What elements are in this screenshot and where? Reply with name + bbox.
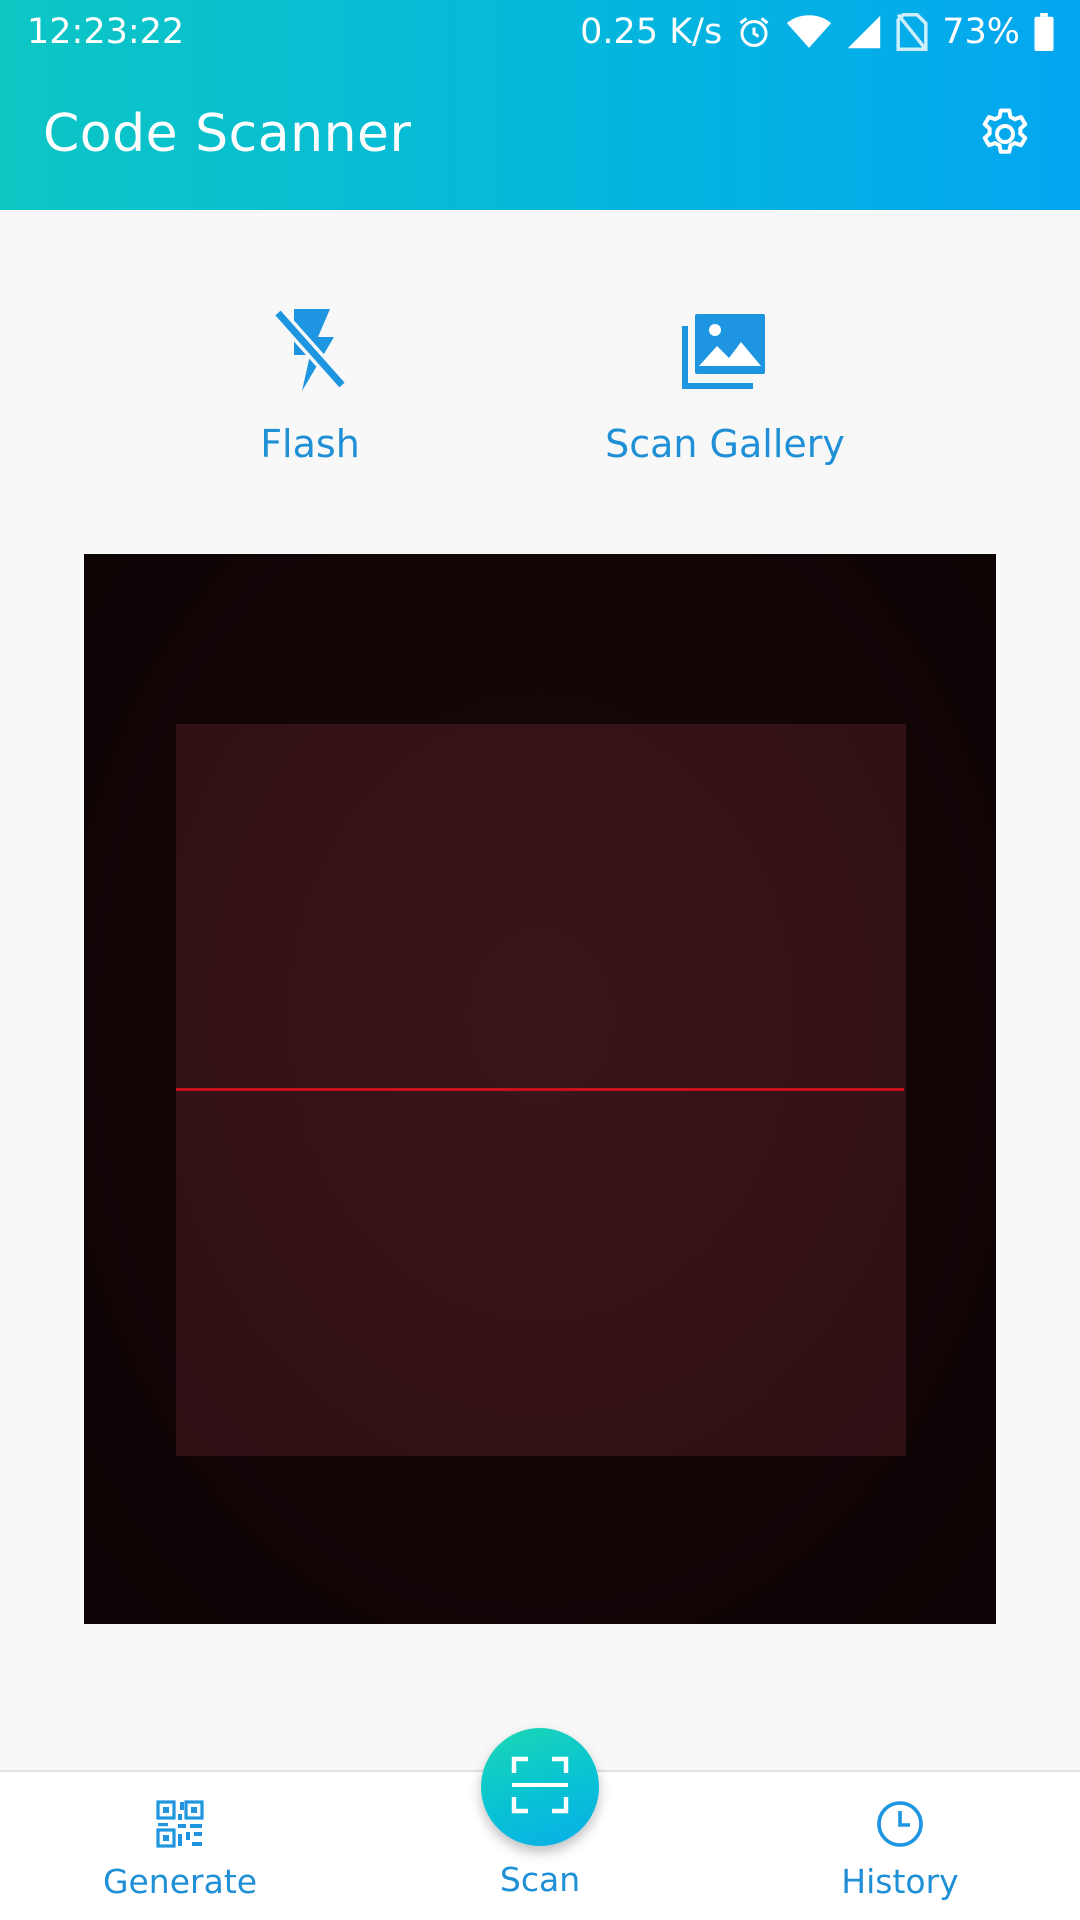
flash-off-icon — [270, 300, 350, 400]
nav-generate-label: Generate — [102, 1862, 258, 1901]
network-speed: 0.25 K/s — [580, 12, 723, 52]
scan-fab-button[interactable] — [481, 1728, 599, 1846]
alarm-icon — [736, 14, 772, 50]
app-title: Code Scanner — [43, 104, 412, 164]
gallery-icon — [681, 300, 769, 400]
battery-percent: 73% — [942, 12, 1020, 52]
flash-button[interactable]: Flash — [220, 300, 400, 466]
scan-frame-icon — [510, 1755, 570, 1819]
clock-icon — [874, 1798, 926, 1854]
settings-button[interactable] — [972, 104, 1038, 170]
no-sim-icon — [896, 13, 928, 51]
nav-scan-label[interactable]: Scan — [480, 1860, 600, 1899]
signal-icon — [846, 14, 882, 50]
scan-frame — [176, 724, 906, 1456]
scan-gallery-button[interactable]: Scan Gallery — [600, 300, 850, 466]
wifi-icon — [786, 14, 832, 50]
flash-label: Flash — [260, 422, 360, 466]
status-bar: 12:23:22 0.25 K/s 73% — [0, 0, 1080, 66]
nav-history-label: History — [841, 1862, 959, 1901]
battery-icon — [1034, 13, 1054, 51]
status-time: 12:23:22 — [27, 12, 185, 52]
status-icons: 0.25 K/s 73% — [580, 10, 1054, 54]
nav-history[interactable]: History — [830, 1798, 970, 1901]
qr-code-icon — [154, 1798, 206, 1854]
gear-icon — [975, 105, 1035, 169]
app-header: 12:23:22 0.25 K/s 73% Code Scanner — [0, 0, 1080, 210]
nav-generate[interactable]: Generate — [100, 1798, 260, 1901]
scan-laser-line — [176, 1088, 904, 1091]
camera-preview — [84, 554, 996, 1624]
scan-gallery-label: Scan Gallery — [605, 422, 845, 466]
